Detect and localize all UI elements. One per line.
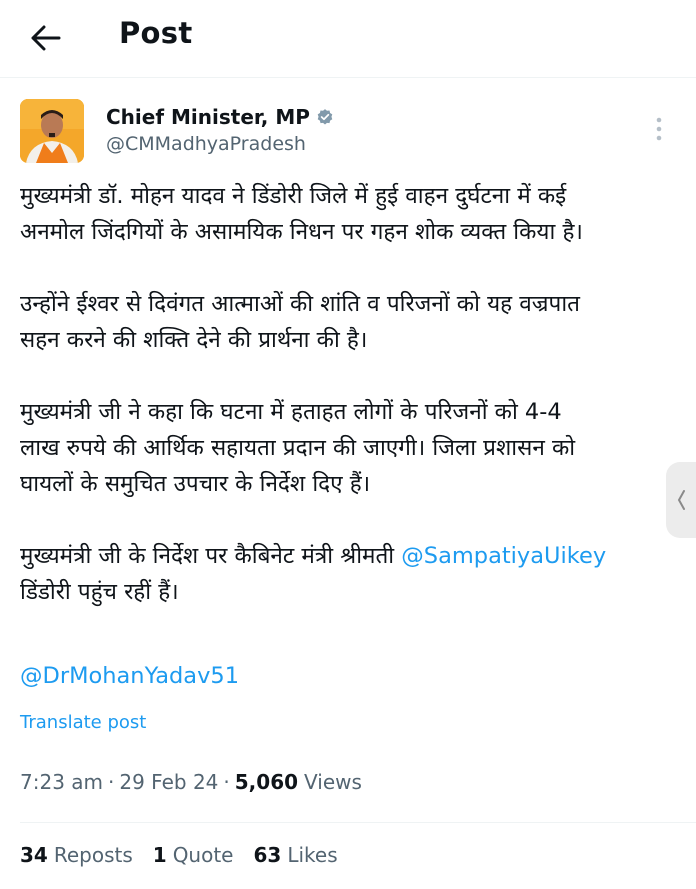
- likes-stat[interactable]: 63 Likes: [254, 843, 338, 867]
- likes-count: 63: [253, 843, 282, 867]
- post-body: मुख्यमंत्री डॉ. मोहन यादव ने डिंडोरी जिल…: [20, 178, 680, 646]
- footer-mention-link[interactable]: @DrMohanYadav51: [20, 663, 239, 689]
- text-line: उन्होंने ईश्वर से दिवंगत आत्माओं की शांत…: [20, 291, 580, 317]
- quotes-stat[interactable]: 1 Quote: [153, 843, 234, 867]
- post-date[interactable]: 29 Feb 24: [119, 770, 218, 794]
- post-paragraph: मुख्यमंत्री जी के निर्देश पर कैबिनेट मंत…: [20, 538, 680, 610]
- verified-badge-icon: [317, 109, 333, 125]
- author-row: Chief Minister, MP @CMMadhyaPradesh: [20, 99, 676, 169]
- views-count: 5,060: [234, 770, 299, 794]
- post-meta: 7:23 am · 29 Feb 24 · 5,060 Views: [20, 770, 362, 794]
- page-title: Post: [119, 16, 193, 50]
- text-line: घायलों के समुचित उपचार के निर्देश दिए है…: [20, 471, 371, 497]
- display-name-row: Chief Minister, MP: [106, 105, 334, 129]
- post-paragraph: उन्होंने ईश्वर से दिवंगत आत्माओं की शांत…: [20, 286, 680, 358]
- translate-post-link[interactable]: Translate post: [20, 712, 146, 733]
- separator-dot: ·: [108, 770, 115, 794]
- post-paragraph: मुख्यमंत्री जी ने कहा कि घटना में हताहत …: [20, 394, 680, 502]
- reposts-label: Reposts: [53, 843, 133, 867]
- engagement-stats: 34 Reposts 1 Quote 63 Likes: [20, 843, 338, 867]
- avatar-portrait: [20, 99, 84, 163]
- user-handle[interactable]: @CMMadhyaPradesh: [106, 133, 306, 155]
- text-line: सहन करने की शक्ति देने की प्रार्थना की ह…: [20, 327, 368, 353]
- mention-link[interactable]: @SampatiyaUikey: [401, 543, 606, 569]
- views-label: Views: [304, 770, 362, 794]
- post-paragraph: मुख्यमंत्री डॉ. मोहन यादव ने डिंडोरी जिल…: [20, 178, 680, 250]
- text-line: मुख्यमंत्री जी ने कहा कि घटना में हताहत …: [20, 399, 562, 425]
- text-line: डिंडोरी पहुंच रहीं हैं।: [20, 579, 179, 605]
- divider: [20, 822, 696, 823]
- top-bar: Post: [0, 0, 696, 78]
- likes-label: Likes: [287, 843, 338, 867]
- reposts-stat[interactable]: 34 Reposts: [20, 843, 133, 867]
- display-name[interactable]: Chief Minister, MP: [106, 105, 310, 129]
- chevron-left-icon: [677, 490, 685, 510]
- text-line: अनमोल जिंदगियों के असामयिक निधन पर गहन श…: [20, 219, 583, 245]
- text-span: मुख्यमंत्री जी के निर्देश पर कैबिनेट मंत…: [20, 543, 402, 569]
- reposts-count: 34: [20, 843, 48, 867]
- post-time[interactable]: 7:23 am: [20, 770, 103, 794]
- separator-dot: ·: [223, 770, 230, 794]
- avatar[interactable]: [20, 99, 84, 163]
- text-line: लाख रुपये की आर्थिक सहायता प्रदान की जाए…: [20, 435, 576, 461]
- more-options-button[interactable]: [644, 109, 674, 149]
- edge-panel-handle[interactable]: [666, 462, 696, 538]
- more-vertical-icon: [656, 117, 662, 141]
- text-line: मुख्यमंत्री डॉ. मोहन यादव ने डिंडोरी जिल…: [20, 183, 567, 209]
- arrow-left-icon: [31, 25, 61, 51]
- quotes-count: 1: [152, 843, 167, 867]
- quotes-label: Quote: [172, 843, 234, 867]
- back-button[interactable]: [22, 14, 70, 62]
- text-line: मुख्यमंत्री जी के निर्देश पर कैबिनेट मंत…: [20, 538, 680, 574]
